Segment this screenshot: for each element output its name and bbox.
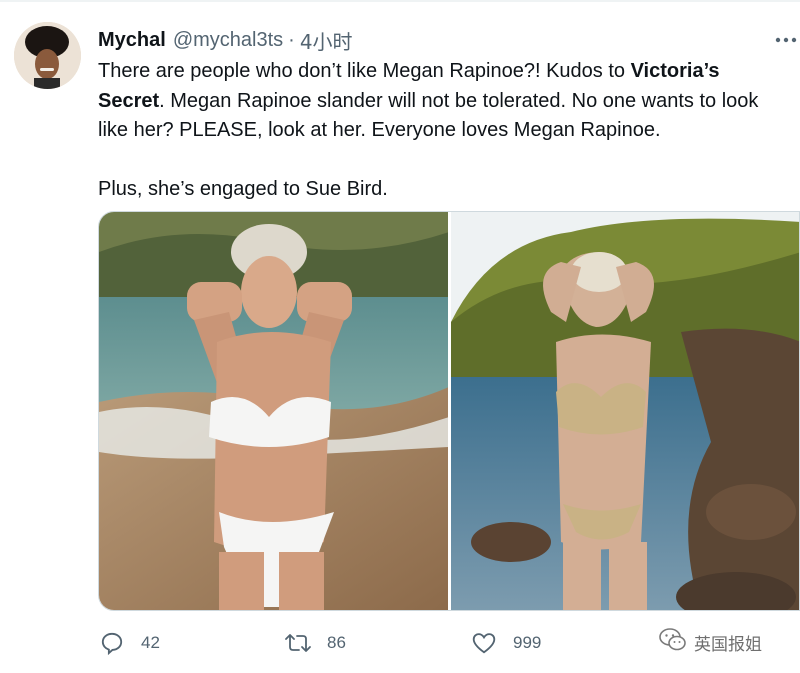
heart-icon	[470, 629, 498, 657]
tweet-timestamp[interactable]: 4小时	[300, 26, 353, 55]
like-button[interactable]: 999	[470, 625, 541, 661]
retweet-icon	[284, 629, 312, 657]
author-handle[interactable]: @mychal3ts	[173, 29, 283, 52]
like-count: 999	[513, 633, 542, 652]
watermark: 英国报姐	[658, 622, 762, 662]
reply-icon	[98, 629, 126, 657]
retweet-button[interactable]: 86	[284, 625, 346, 661]
wechat-icon	[658, 627, 688, 658]
tweet-media	[98, 211, 800, 611]
divider	[0, 0, 800, 2]
author-display-name[interactable]: Mychal	[98, 29, 166, 52]
tweet-text: There are people who don’t like Megan Ra…	[98, 57, 788, 205]
header-separator: ·	[288, 28, 295, 51]
tweet-text-part: . Megan Rapinoe slander will not be tole…	[98, 89, 759, 142]
media-photo-1[interactable]	[99, 212, 448, 610]
reply-button[interactable]: 42	[98, 625, 160, 661]
watermark-text: 英国报姐	[694, 634, 762, 655]
retweet-count: 86	[327, 633, 346, 652]
media-photo-2[interactable]	[450, 212, 799, 610]
tweet-text-part: There are people who don’t like Megan Ra…	[98, 60, 631, 82]
tweet-paragraph: Plus, she’s engaged to Sue Bird.	[98, 178, 388, 200]
reply-count: 42	[141, 633, 160, 652]
tweet-paragraph: There are people who don’t like Megan Ra…	[98, 57, 788, 146]
tweet: Mychal @mychal3ts · 4小时 There are people…	[0, 0, 800, 673]
more-options-icon[interactable]	[768, 30, 800, 50]
author-avatar[interactable]	[14, 22, 81, 89]
tweet-header: Mychal @mychal3ts · 4小时	[98, 26, 353, 55]
